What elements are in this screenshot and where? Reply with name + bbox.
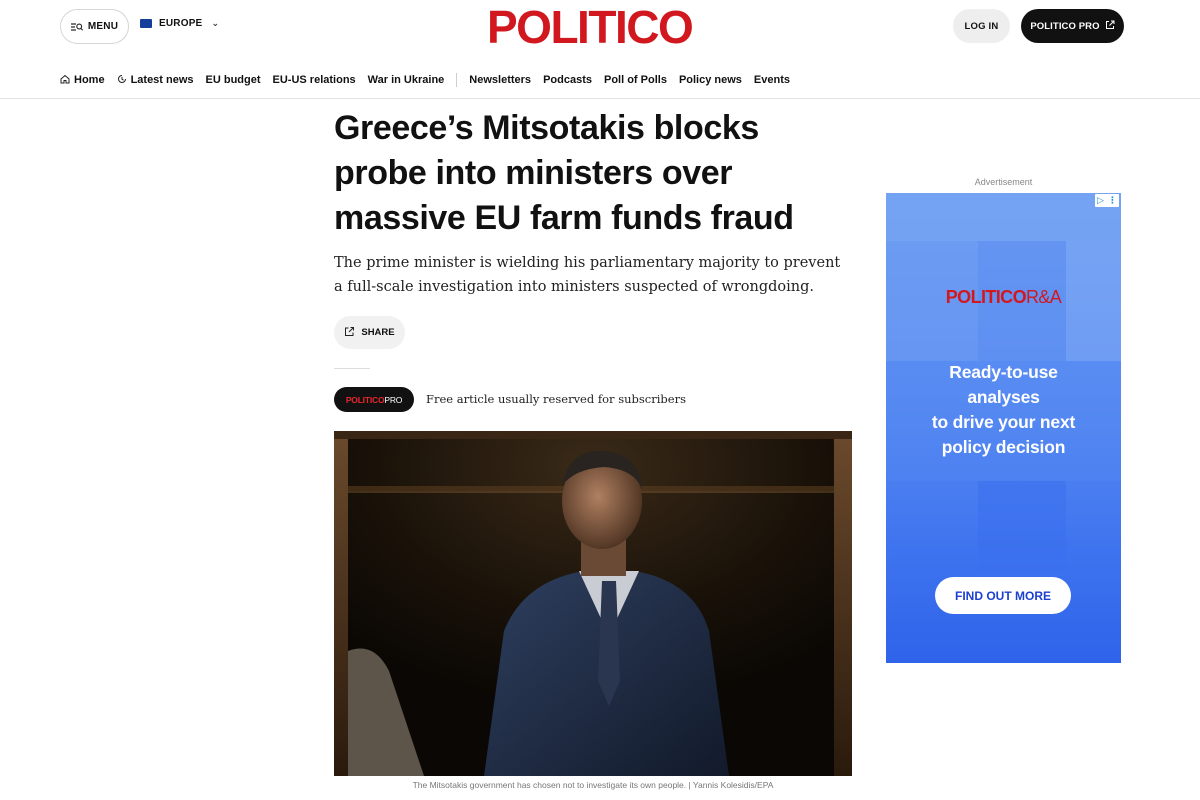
home-icon (60, 74, 70, 87)
nav-item-podcasts[interactable]: Podcasts (543, 74, 592, 86)
nav-item-poll-of-polls[interactable]: Poll of Polls (604, 74, 667, 86)
share-button[interactable]: SHARE (334, 316, 405, 349)
nav-item-newsletters[interactable]: Newsletters (469, 74, 531, 86)
site-logo[interactable]: POLITICO (487, 3, 694, 51)
image-caption: The Mitsotakis government has chosen not… (412, 780, 774, 790)
ad-label: Advertisement (974, 177, 1033, 187)
ad-tile (886, 193, 1121, 241)
nav-label: Poll of Polls (603, 74, 667, 86)
external-link-icon (1105, 20, 1115, 33)
nav-label: Podcasts (543, 74, 592, 86)
menu-search-icon (70, 22, 83, 32)
nav-label: EU-US relations (272, 74, 356, 86)
main-nav: Home Latest news EU budget EU-US relatio… (60, 72, 802, 88)
menu-button[interactable]: MENU (60, 9, 129, 44)
nav-label: Newsletters (469, 74, 532, 86)
ad-logo-brand: POLITICO (945, 287, 1027, 307)
nav-divider-line (0, 98, 1200, 99)
share-icon (344, 326, 355, 340)
nav-item-policy-news[interactable]: Policy news (679, 74, 742, 86)
more-icon: ⋮ (1107, 195, 1117, 205)
ad-logo-suffix: R&A (1025, 287, 1062, 307)
nav-item-eu-us-relations[interactable]: EU-US relations (273, 74, 356, 86)
hero-image (334, 431, 852, 776)
find-out-more-button[interactable]: FIND OUT MORE (935, 577, 1071, 614)
advertisement-banner[interactable]: ▷ ⋮ POLITICOR&A Ready-to-use analyses to … (886, 193, 1121, 663)
ad-copy-line: to drive your next (931, 412, 1076, 432)
hero-photo-illustration (334, 431, 852, 776)
ad-copy-line: analyses (967, 387, 1040, 407)
nav-label: Policy news (678, 74, 742, 86)
ad-copy: Ready-to-use analyses to drive your next… (886, 360, 1121, 460)
eu-flag-icon (140, 19, 152, 28)
politico-pro-badge: POLITICO PRO (334, 387, 414, 412)
nav-label: Latest news (130, 74, 194, 86)
politico-pro-button[interactable]: POLITICO PRO (1021, 9, 1124, 43)
pro-badge-pro: PRO (384, 394, 403, 405)
ad-copy-line: policy decision (941, 437, 1066, 457)
nav-item-latest-news[interactable]: Latest news (117, 74, 194, 87)
pro-badge-brand: POLITICO (345, 394, 385, 405)
site-header: MENU EUROPE ⌄ POLITICO LOG IN POLITICO P… (0, 0, 1200, 56)
menu-label: MENU (87, 21, 119, 32)
edition-selector[interactable]: EUROPE ⌄ (140, 18, 219, 29)
ad-copy-line: Ready-to-use (949, 362, 1058, 382)
nav-label: EU budget (205, 74, 261, 86)
nav-item-events[interactable]: Events (754, 74, 790, 86)
nav-divider (456, 73, 458, 87)
nav-label: Home (74, 74, 105, 86)
nav-item-home[interactable]: Home (60, 74, 105, 87)
login-button[interactable]: LOG IN (953, 9, 1010, 43)
politico-pro-label: POLITICO PRO (1030, 20, 1100, 32)
ad-tile (978, 481, 1066, 571)
free-article-note: Free article usually reserved for subscr… (426, 392, 686, 406)
nav-item-eu-budget[interactable]: EU budget (206, 74, 261, 86)
share-label: SHARE (361, 327, 395, 338)
play-icon: ▷ (1097, 195, 1104, 205)
article-headline: Greece’s Mitsotakis blocks probe into mi… (334, 109, 794, 237)
ad-choices-icon[interactable]: ▷ ⋮ (1095, 194, 1119, 207)
nav-label: Events (753, 74, 790, 86)
nav-item-war-in-ukraine[interactable]: War in Ukraine (368, 74, 445, 86)
ad-logo: POLITICOR&A (886, 287, 1121, 308)
nav-label: War in Ukraine (367, 74, 445, 86)
clock-icon (117, 74, 127, 87)
article-dek: The prime minister is wielding his parli… (334, 255, 841, 295)
chevron-down-icon: ⌄ (211, 18, 220, 28)
divider (334, 368, 370, 369)
edition-label: EUROPE (159, 18, 203, 29)
